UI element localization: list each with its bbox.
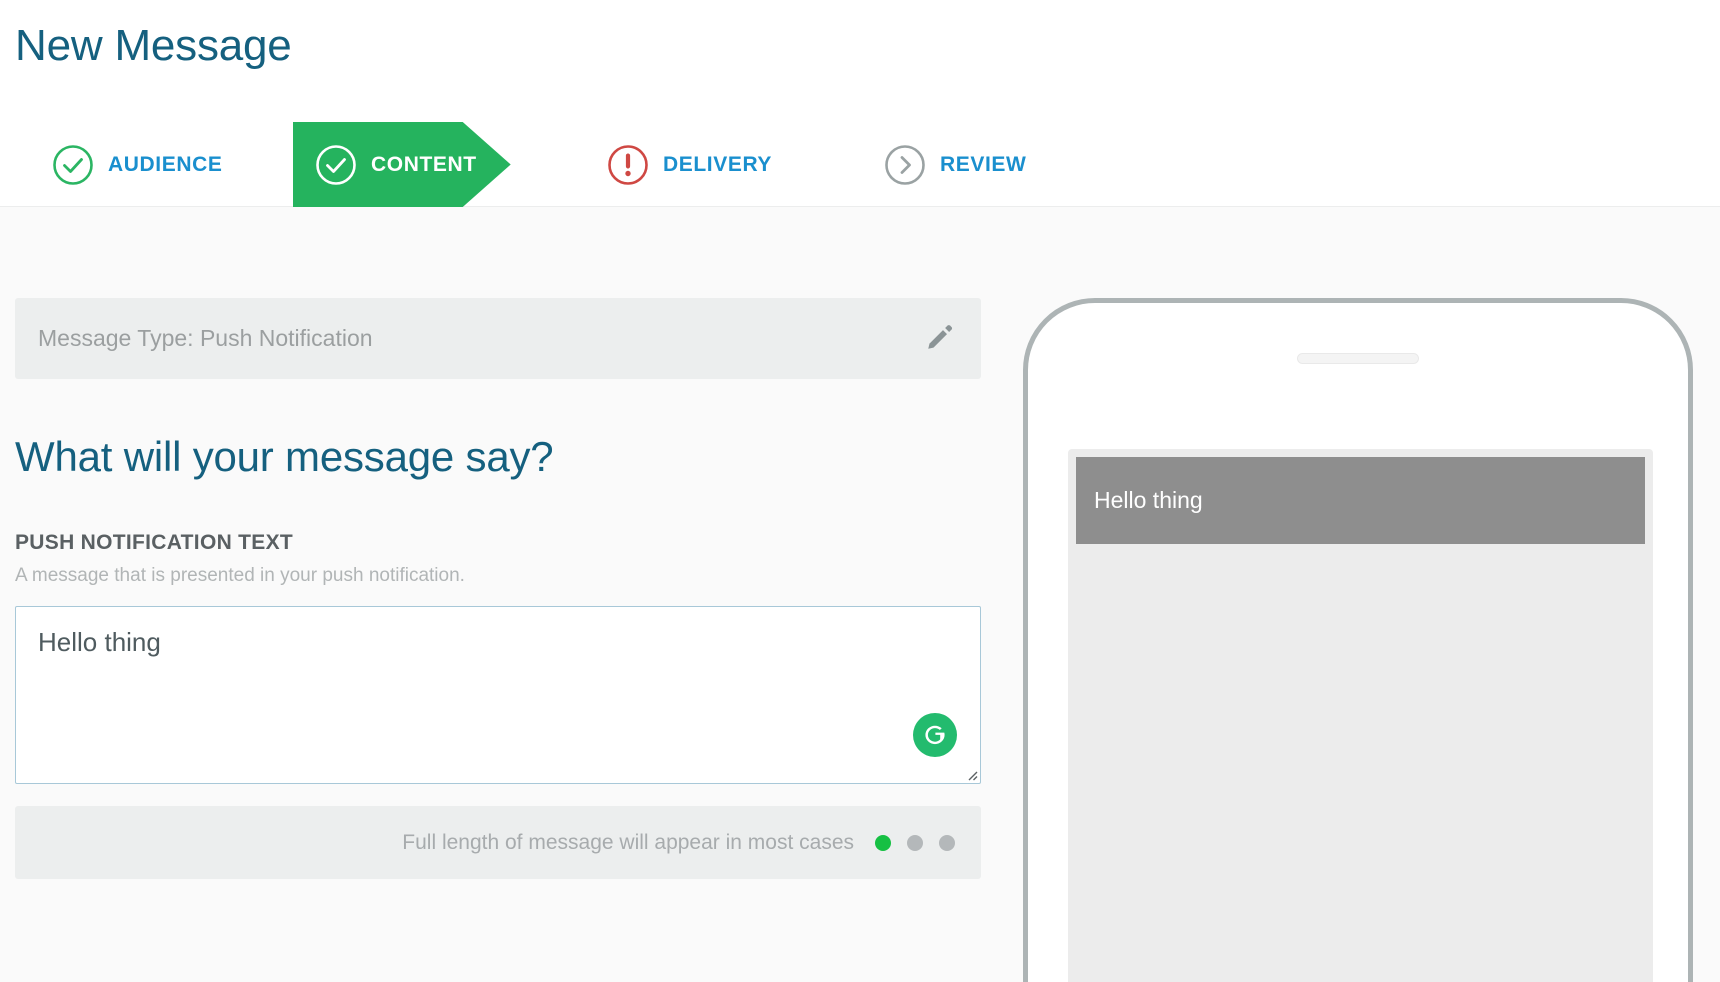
pencil-icon: [925, 322, 955, 355]
message-type-label: Message Type: Push Notification: [38, 325, 373, 351]
new-message-screen: New Message AUDIENCE CONTENT DELIVERY RE…: [0, 0, 1720, 982]
page-header: New Message AUDIENCE CONTENT DELIVERY RE…: [0, 0, 1720, 329]
notification-preview-title: Hello thing: [1094, 487, 1203, 513]
step-content-label: CONTENT: [371, 152, 477, 176]
step-wizard-nav: AUDIENCE CONTENT DELIVERY REVIEW: [0, 122, 1720, 329]
push-text-wrapper: [15, 606, 981, 784]
notification-preview-card: Hello thing: [1068, 449, 1653, 982]
content-area: Message Type: Push Notification What wil…: [0, 207, 1720, 982]
push-text-label: PUSH NOTIFICATION TEXT: [15, 531, 294, 554]
message-length-dots: [875, 834, 955, 851]
check-circle-icon: [52, 144, 94, 186]
push-notification-text-input[interactable]: [15, 606, 981, 784]
step-content[interactable]: CONTENT: [293, 122, 511, 207]
notification-preview-header: Hello thing: [1076, 457, 1645, 544]
grammarly-icon: [921, 720, 949, 751]
error-circle-icon: [607, 144, 649, 186]
step-audience-label: AUDIENCE: [108, 152, 223, 176]
push-text-help: A message that is presented in your push…: [15, 565, 465, 586]
length-dot-3: [939, 834, 955, 851]
step-audience[interactable]: AUDIENCE: [30, 122, 244, 207]
grammarly-button[interactable]: [913, 713, 957, 757]
edit-message-type-button[interactable]: [921, 320, 959, 358]
step-delivery-label: DELIVERY: [663, 152, 773, 176]
length-dot-1: [875, 834, 891, 851]
message-form-column: Message Type: Push Notification What wil…: [15, 298, 981, 879]
step-review-label: REVIEW: [940, 152, 1027, 176]
page-title: New Message: [15, 21, 292, 70]
step-review[interactable]: REVIEW: [862, 122, 1048, 207]
section-heading: What will your message say?: [15, 433, 554, 480]
message-length-text: Full length of message will appear in mo…: [402, 830, 854, 854]
phone-preview: Hello thing: [1023, 298, 1693, 982]
phone-speaker-icon: [1297, 353, 1419, 364]
length-dot-2: [907, 834, 923, 851]
check-circle-icon: [315, 144, 357, 186]
chevron-right-circle-icon: [884, 144, 926, 186]
message-length-bar: Full length of message will appear in mo…: [15, 806, 981, 879]
step-delivery[interactable]: DELIVERY: [585, 122, 794, 207]
message-type-bar[interactable]: Message Type: Push Notification: [15, 298, 981, 379]
